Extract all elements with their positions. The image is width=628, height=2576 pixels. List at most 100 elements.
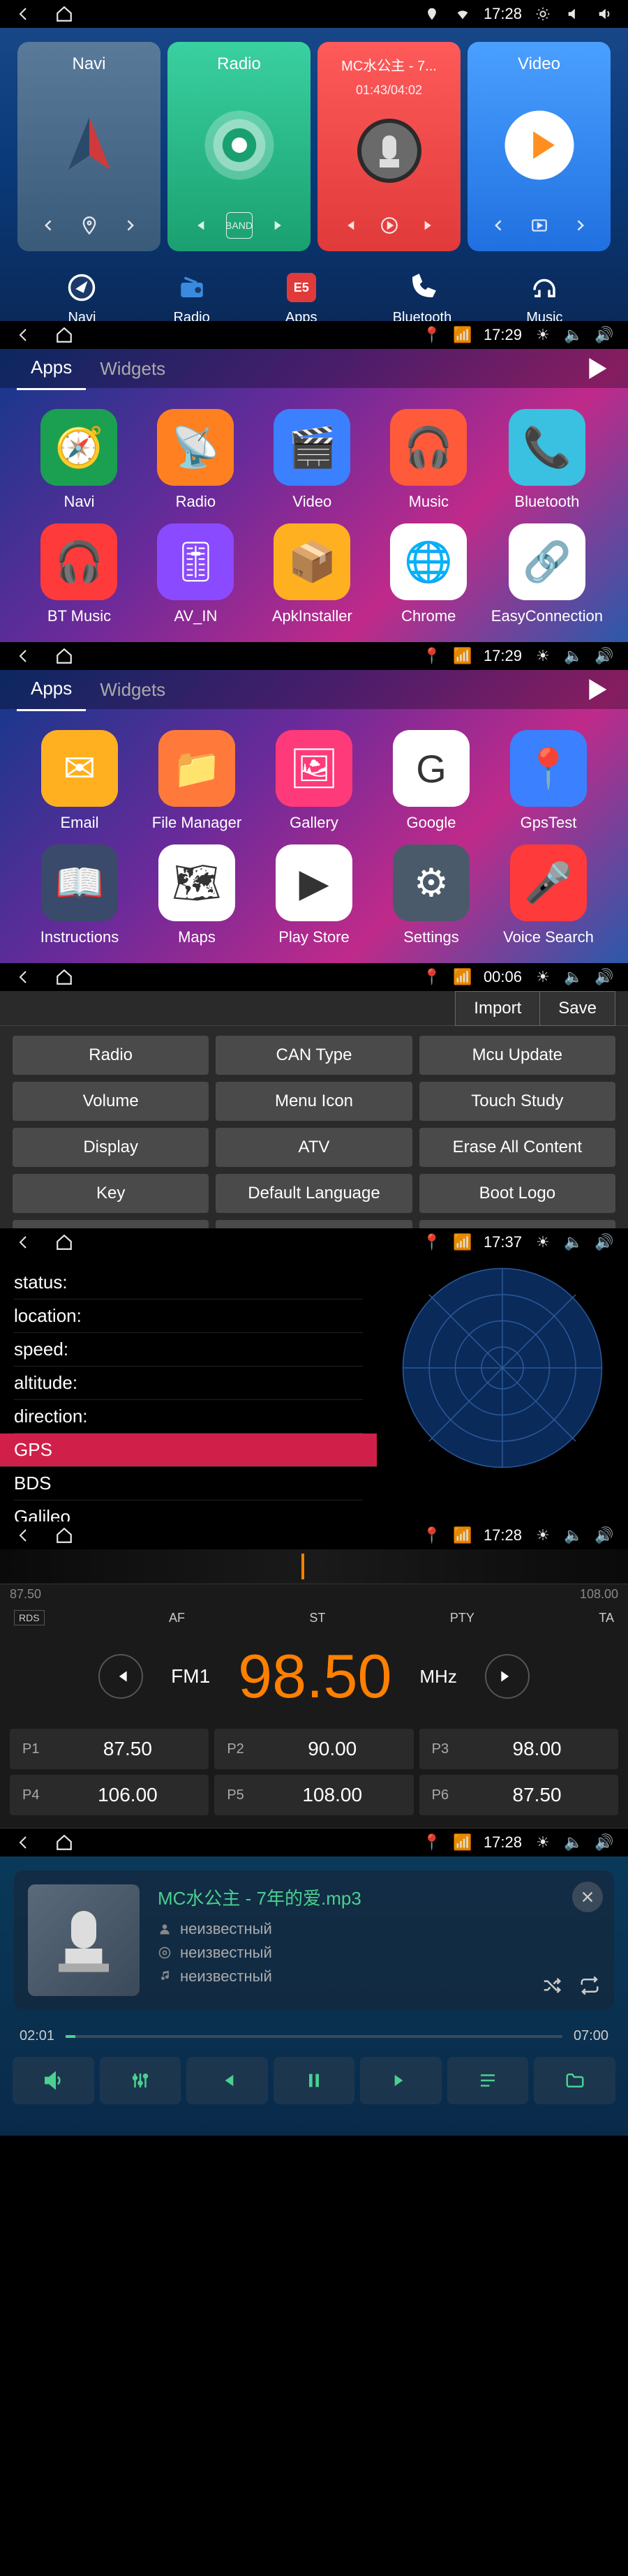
brightness-icon[interactable]: ☀ [533,1833,553,1852]
nav-apps[interactable]: E5Apps [285,271,318,321]
volume-up-icon[interactable]: 🔊 [595,646,614,666]
app-chrome[interactable]: 🌐Chrome [375,523,483,625]
shuffle-button[interactable] [541,1975,562,1996]
nav-bluetooth[interactable]: Bluetooth [393,271,452,321]
gps-system-gps[interactable]: GPS [0,1434,377,1467]
home-icon[interactable] [54,4,74,24]
tab-widgets[interactable]: Widgets [86,669,179,710]
volume-down-icon[interactable] [564,4,583,24]
af-button[interactable]: AF [169,1611,185,1625]
app-instructions[interactable]: 📖Instructions [25,844,134,946]
import-button[interactable]: Import [455,991,540,1026]
back-icon[interactable] [14,1833,33,1852]
preset-p5[interactable]: P5108.00 [214,1775,413,1815]
app-navi[interactable]: 🧭Navi [25,409,133,511]
playlist-button[interactable] [447,2057,529,2104]
app-google[interactable]: GGoogle [377,730,486,832]
preset-p4[interactable]: P4106.00 [10,1775,209,1815]
close-button[interactable] [572,1882,603,1912]
volume-up-icon[interactable]: 🔊 [595,1833,614,1852]
mute-button[interactable] [13,2057,94,2104]
brightness-icon[interactable]: ☀ [533,1526,553,1545]
frequency-dial[interactable] [0,1549,628,1584]
app-voice-search[interactable]: 🎤Voice Search [494,844,603,946]
setting-key[interactable]: Key [13,1174,209,1213]
play-icon[interactable] [376,212,403,239]
setting-menu-icon[interactable]: Menu Icon [216,1082,412,1121]
chevron-left-icon[interactable] [36,212,62,239]
app-settings[interactable]: ⚙Settings [377,844,486,946]
setting-volume[interactable]: Volume [13,1082,209,1121]
brightness-icon[interactable]: ☀ [533,967,553,987]
pty-button[interactable]: PTY [450,1611,474,1625]
setting-default-language[interactable]: Default Language [216,1174,412,1213]
app-easyconnection[interactable]: 🔗EasyConnection [491,523,603,625]
setting-others[interactable]: Others [13,1220,209,1228]
setting-mp-mode[interactable]: MP mode [216,1220,412,1228]
film-icon[interactable] [526,212,553,239]
ta-button[interactable]: TA [599,1611,614,1625]
volume-up-icon[interactable] [595,4,614,24]
app-music[interactable]: 🎧Music [375,409,483,511]
band-label[interactable]: FM1 [171,1665,210,1688]
volume-down-icon[interactable]: 🔈 [564,1526,583,1545]
app-play-store[interactable]: ▶Play Store [260,844,368,946]
app-gallery[interactable]: 🖼Gallery [260,730,368,832]
nav-navi[interactable]: Navi [65,271,98,321]
playstore-icon[interactable] [583,676,611,703]
tab-apps[interactable]: Apps [17,668,86,711]
nav-music[interactable]: Music [526,271,562,321]
app-gpstest[interactable]: 📍GpsTest [494,730,603,832]
back-icon[interactable] [14,967,33,987]
setting-can-type[interactable]: CAN Type [216,1036,412,1075]
app-av-in[interactable]: 🎚AV_IN [142,523,250,625]
chevron-right-icon[interactable] [117,212,143,239]
home-icon[interactable] [54,325,74,345]
app-maps[interactable]: 🗺Maps [142,844,251,946]
eq-button[interactable] [100,2057,181,2104]
setting-erase-all-content[interactable]: Erase All Content [419,1128,615,1167]
pause-button[interactable] [274,2057,355,2104]
preset-p6[interactable]: P687.50 [419,1775,618,1815]
volume-up-icon[interactable]: 🔊 [595,1526,614,1545]
setting-boot-logo[interactable]: Boot Logo [419,1174,615,1213]
tab-apps[interactable]: Apps [17,347,86,390]
home-icon[interactable] [54,967,74,987]
prev-icon[interactable] [186,212,212,239]
app-email[interactable]: ✉Email [25,730,134,832]
next-icon[interactable] [267,212,293,239]
pin-icon[interactable] [76,212,103,239]
volume-down-icon[interactable]: 🔈 [564,646,583,666]
brightness-icon[interactable]: ☀ [533,1233,553,1252]
back-icon[interactable] [14,4,33,24]
music-card[interactable]: MC水公主 - 7... 01:43/04:02 [317,42,461,251]
app-bt-music[interactable]: 🎧BT Music [25,523,133,625]
back-icon[interactable] [14,325,33,345]
seek-prev-button[interactable] [98,1654,143,1699]
volume-up-icon[interactable]: 🔊 [595,325,614,345]
chevron-left-icon[interactable] [486,212,512,239]
preset-p2[interactable]: P290.00 [214,1729,413,1769]
gps-system-bds[interactable]: BDS [14,1467,363,1501]
volume-down-icon[interactable]: 🔈 [564,325,583,345]
setting-mcu-update[interactable]: Mcu Update [419,1036,615,1075]
repeat-button[interactable] [579,1975,600,1996]
band-button[interactable]: BAND [226,212,253,239]
prev-icon[interactable] [336,212,362,239]
gps-system-galileo[interactable]: Galileo [14,1501,363,1521]
home-icon[interactable] [54,646,74,666]
next-button[interactable] [360,2057,442,2104]
chevron-right-icon[interactable] [567,212,593,239]
next-icon[interactable] [417,212,443,239]
back-icon[interactable] [14,646,33,666]
save-button[interactable]: Save [539,991,615,1026]
preset-p3[interactable]: P398.00 [419,1729,618,1769]
radio-card[interactable]: Radio BAND [167,42,311,251]
app-radio[interactable]: 📡Radio [142,409,250,511]
tab-widgets[interactable]: Widgets [86,348,179,389]
playstore-icon[interactable] [583,355,611,382]
seek-next-button[interactable] [485,1654,530,1699]
volume-down-icon[interactable]: 🔈 [564,1833,583,1852]
brightness-icon[interactable]: ☀ [533,646,553,666]
app-apkinstaller[interactable]: 📦ApkInstaller [258,523,366,625]
